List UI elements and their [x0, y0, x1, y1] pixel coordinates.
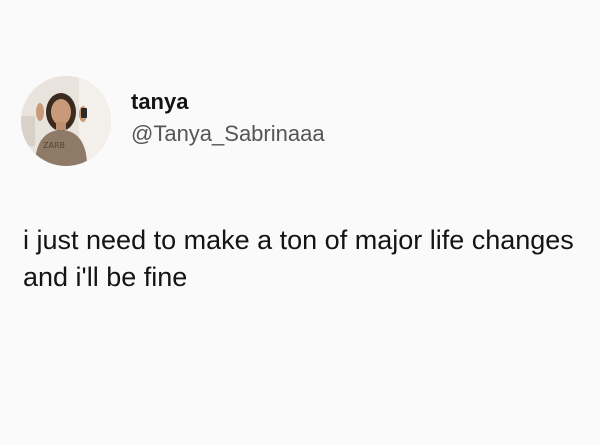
- tweet-card: ZARB tanya @Tanya_Sabrinaaa i just need …: [0, 0, 600, 445]
- author-display-name[interactable]: tanya: [131, 88, 325, 116]
- svg-text:ZARB: ZARB: [43, 141, 65, 150]
- tweet-author: ZARB tanya @Tanya_Sabrinaaa: [21, 76, 325, 166]
- tweet-text: i just need to make a ton of major life …: [23, 225, 574, 292]
- profile-photo-icon: ZARB: [21, 76, 111, 166]
- author-names: tanya @Tanya_Sabrinaaa: [131, 88, 325, 148]
- author-handle[interactable]: @Tanya_Sabrinaaa: [131, 120, 325, 148]
- avatar[interactable]: ZARB: [21, 76, 111, 166]
